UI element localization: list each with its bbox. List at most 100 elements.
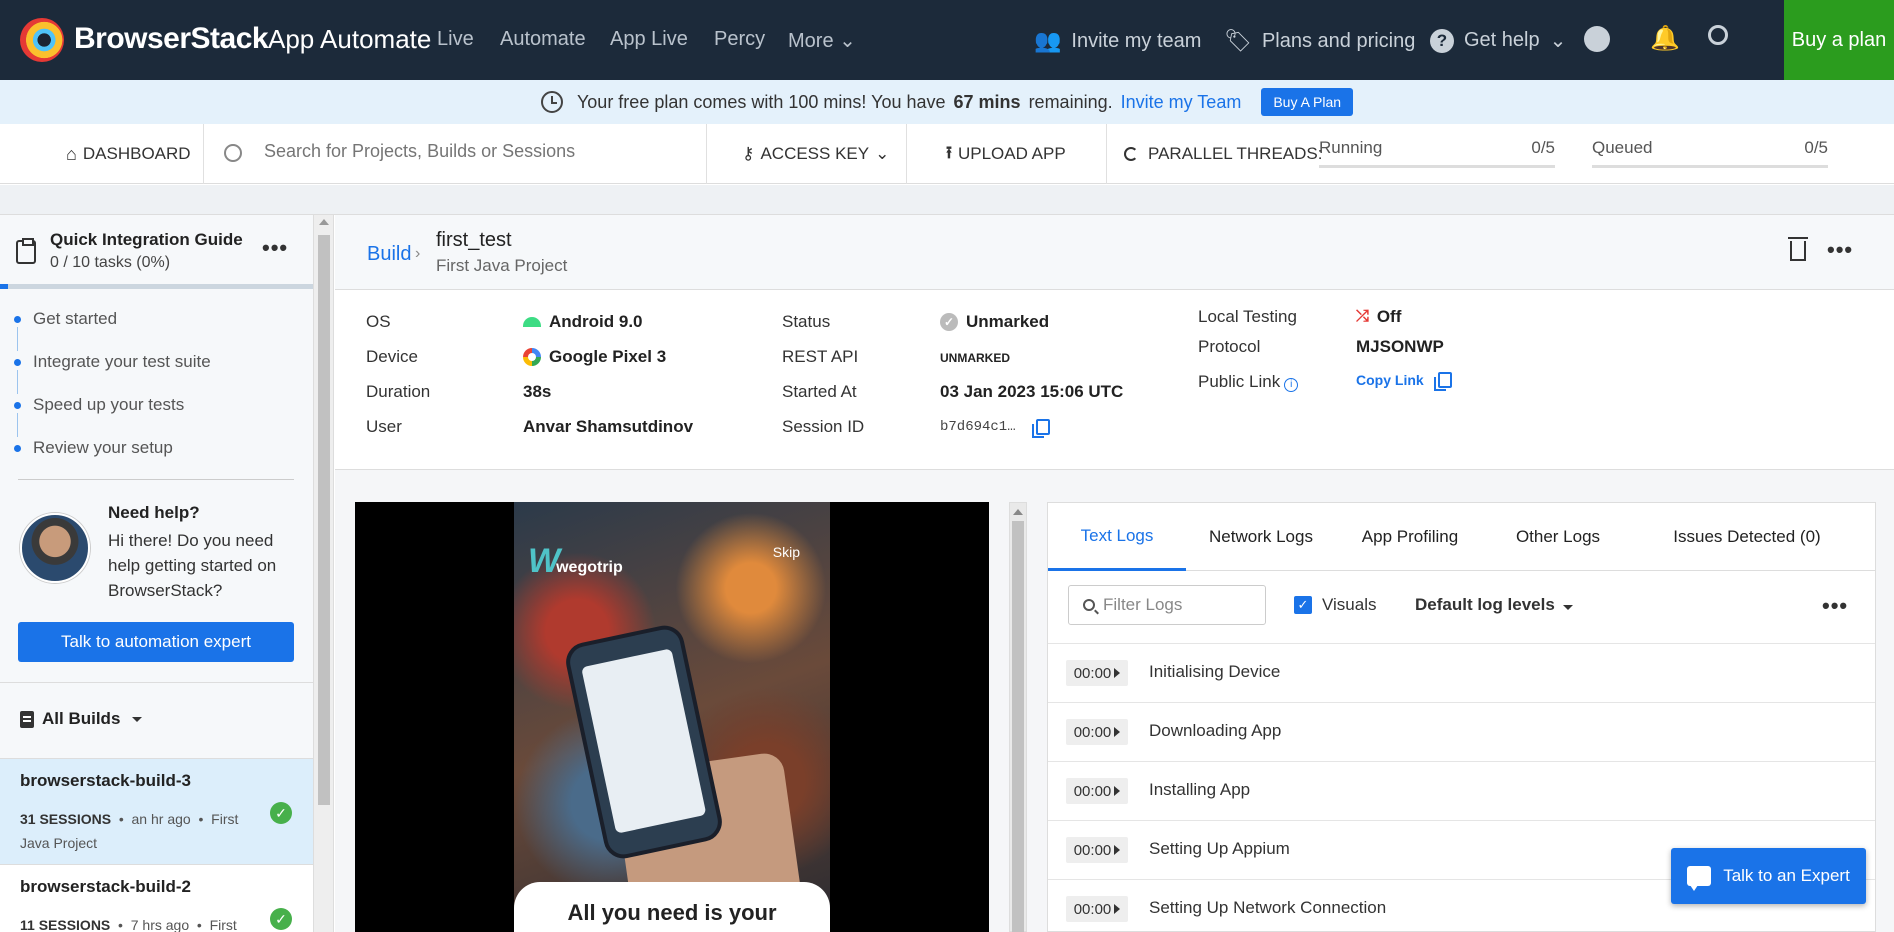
step-get-started[interactable]: Get started bbox=[14, 309, 211, 352]
log-row[interactable]: 00:00 Downloading App bbox=[1048, 702, 1875, 761]
log-time[interactable]: 00:00 bbox=[1066, 896, 1128, 922]
status-value-text: Unmarked bbox=[966, 312, 1050, 331]
local-testing-value: ⤮ Off bbox=[1356, 307, 1401, 327]
tab-text-logs[interactable]: Text Logs bbox=[1048, 503, 1186, 571]
delete-icon[interactable] bbox=[1788, 237, 1808, 261]
get-help-label: Get help bbox=[1464, 29, 1540, 51]
caret-down-icon bbox=[1562, 605, 1573, 610]
top-nav: BrowserStack App Automate Live Automate … bbox=[0, 0, 1894, 80]
dashboard-link[interactable]: ⌂ DASHBOARD bbox=[66, 124, 191, 184]
guide-title[interactable]: Quick Integration Guide bbox=[50, 230, 243, 250]
wegotrip-logo: Wwegotrip bbox=[528, 542, 623, 580]
search-icon[interactable] bbox=[1708, 25, 1728, 45]
app-screenshot: Wwegotrip Skip All you need is your bbox=[514, 502, 830, 932]
session-video[interactable]: Wwegotrip Skip All you need is your bbox=[355, 502, 989, 932]
all-builds-dropdown[interactable]: All Builds bbox=[20, 709, 143, 729]
android-icon bbox=[523, 317, 541, 327]
expert-avatar bbox=[20, 513, 90, 583]
video-scrollbar[interactable] bbox=[1009, 502, 1027, 932]
running-label: Running bbox=[1319, 138, 1383, 157]
filter-logs-input[interactable]: Filter Logs bbox=[1068, 585, 1266, 625]
more-options-icon[interactable]: ••• bbox=[1822, 593, 1848, 619]
access-key-menu[interactable]: ⚷ ACCESS KEY ⌄ bbox=[742, 124, 889, 184]
log-time-text: 00:00 bbox=[1073, 664, 1112, 682]
guide-progress: 0 / 10 tasks (0%) bbox=[50, 254, 171, 271]
talk-to-expert-chat-button[interactable]: Talk to an Expert bbox=[1671, 848, 1866, 904]
invite-team-banner-link[interactable]: Invite my Team bbox=[1121, 92, 1242, 113]
build-project: First bbox=[209, 917, 237, 932]
build-item[interactable]: browserstack-build-2 11 SESSIONS • 7 hrs… bbox=[0, 864, 313, 932]
log-text: Setting Up Appium bbox=[1149, 839, 1290, 858]
log-time[interactable]: 00:00 bbox=[1066, 660, 1128, 686]
log-time[interactable]: 00:00 bbox=[1066, 719, 1128, 745]
started-label: Started At bbox=[782, 382, 857, 401]
chat-icon bbox=[1687, 866, 1712, 891]
banner-remaining: 67 mins bbox=[953, 91, 1021, 112]
device-value: Google Pixel 3 bbox=[523, 347, 666, 367]
step-speed-up[interactable]: Speed up your tests bbox=[14, 395, 211, 438]
build-item[interactable]: browserstack-build-3 31 SESSIONS • an hr… bbox=[0, 758, 313, 864]
log-time[interactable]: 00:00 bbox=[1066, 837, 1128, 863]
buy-a-plan-button[interactable]: Buy A Plan bbox=[1261, 88, 1354, 116]
log-row[interactable]: 00:00 Initialising Device bbox=[1048, 643, 1875, 702]
nav-more[interactable]: More ⌄ bbox=[788, 28, 856, 53]
build-name: browserstack-build-2 bbox=[20, 877, 191, 896]
os-label: OS bbox=[366, 312, 391, 331]
plans-pricing-link[interactable]: 🏷 Plans and pricing bbox=[1224, 28, 1415, 54]
upload-app-button[interactable]: ⭱ UPLOAD APP bbox=[946, 124, 1066, 184]
upload-icon: ⭱ bbox=[946, 142, 952, 162]
step-integrate[interactable]: Integrate your test suite bbox=[14, 352, 211, 395]
local-testing-text: Off bbox=[1376, 307, 1402, 326]
notification-bell-icon[interactable]: 🔔 bbox=[1650, 24, 1680, 53]
info-icon[interactable]: i bbox=[1284, 378, 1299, 392]
more-options-icon[interactable]: ••• bbox=[262, 235, 288, 261]
shuffle-icon: ⤮ bbox=[1356, 308, 1369, 325]
help-text: Hi there! Do you need help getting start… bbox=[108, 531, 277, 600]
chevron-right-icon: › bbox=[415, 245, 421, 262]
all-builds-label: All Builds bbox=[42, 709, 121, 728]
log-row[interactable]: 00:00 Installing App bbox=[1048, 761, 1875, 820]
invite-team-link[interactable]: 👥 Invite my team bbox=[1034, 28, 1201, 54]
nav-percy[interactable]: Percy bbox=[714, 28, 765, 51]
document-icon bbox=[20, 710, 34, 728]
tab-network-logs[interactable]: Network Logs bbox=[1186, 503, 1336, 571]
breadcrumb-build-link[interactable]: Build bbox=[367, 243, 411, 266]
key-icon: ⚷ bbox=[742, 144, 755, 163]
logs-tabs: Text Logs Network Logs App Profiling Oth… bbox=[1048, 503, 1875, 571]
queued-threads: Queued 0/5 bbox=[1592, 138, 1828, 168]
tab-other-logs[interactable]: Other Logs bbox=[1484, 503, 1632, 571]
tag-icon: 🏷 bbox=[1224, 28, 1252, 53]
talk-to-expert-button[interactable]: Talk to automation expert bbox=[18, 622, 294, 662]
nav-live[interactable]: Live bbox=[437, 28, 474, 51]
step-review[interactable]: Review your setup bbox=[14, 438, 211, 481]
get-help-menu[interactable]: ? Get help ⌄ bbox=[1430, 28, 1566, 53]
brand-name[interactable]: BrowserStack bbox=[74, 22, 269, 56]
tab-issues-detected[interactable]: Issues Detected (0) bbox=[1632, 503, 1862, 571]
log-time[interactable]: 00:00 bbox=[1066, 778, 1128, 804]
status-label: Status bbox=[782, 312, 831, 331]
filter-placeholder: Filter Logs bbox=[1103, 595, 1183, 614]
running-value: 0/5 bbox=[1531, 138, 1555, 157]
nav-app-live[interactable]: App Live bbox=[610, 28, 688, 51]
tab-app-profiling[interactable]: App Profiling bbox=[1336, 503, 1484, 571]
play-icon bbox=[1114, 727, 1121, 737]
status-value[interactable]: ✓ Unmarked bbox=[940, 312, 1049, 332]
chevron-down-icon: ⌄ bbox=[1549, 30, 1567, 52]
dashboard-label: DASHBOARD bbox=[82, 144, 191, 163]
divider bbox=[18, 479, 294, 480]
search-input[interactable] bbox=[264, 141, 684, 162]
user-account-icon[interactable] bbox=[1584, 26, 1610, 52]
nav-automate[interactable]: Automate bbox=[500, 28, 586, 51]
duration-value: 38s bbox=[523, 382, 552, 401]
help-title: Need help? bbox=[108, 503, 200, 522]
public-link-text: Public Link bbox=[1198, 372, 1281, 391]
browserstack-logo-icon[interactable] bbox=[20, 18, 64, 62]
visuals-checkbox[interactable]: ✓ Visuals bbox=[1294, 595, 1377, 615]
parallel-threads-label: PARALLEL THREADS: bbox=[1148, 144, 1323, 163]
log-levels-dropdown[interactable]: Default log levels bbox=[1415, 595, 1573, 615]
buy-plan-button[interactable]: Buy a plan bbox=[1784, 0, 1894, 80]
copy-icon[interactable] bbox=[1031, 419, 1050, 438]
copy-link[interactable]: Copy Link bbox=[1356, 372, 1452, 391]
more-options-icon[interactable]: ••• bbox=[1827, 237, 1853, 263]
sidebar-scrollbar[interactable] bbox=[314, 215, 334, 932]
